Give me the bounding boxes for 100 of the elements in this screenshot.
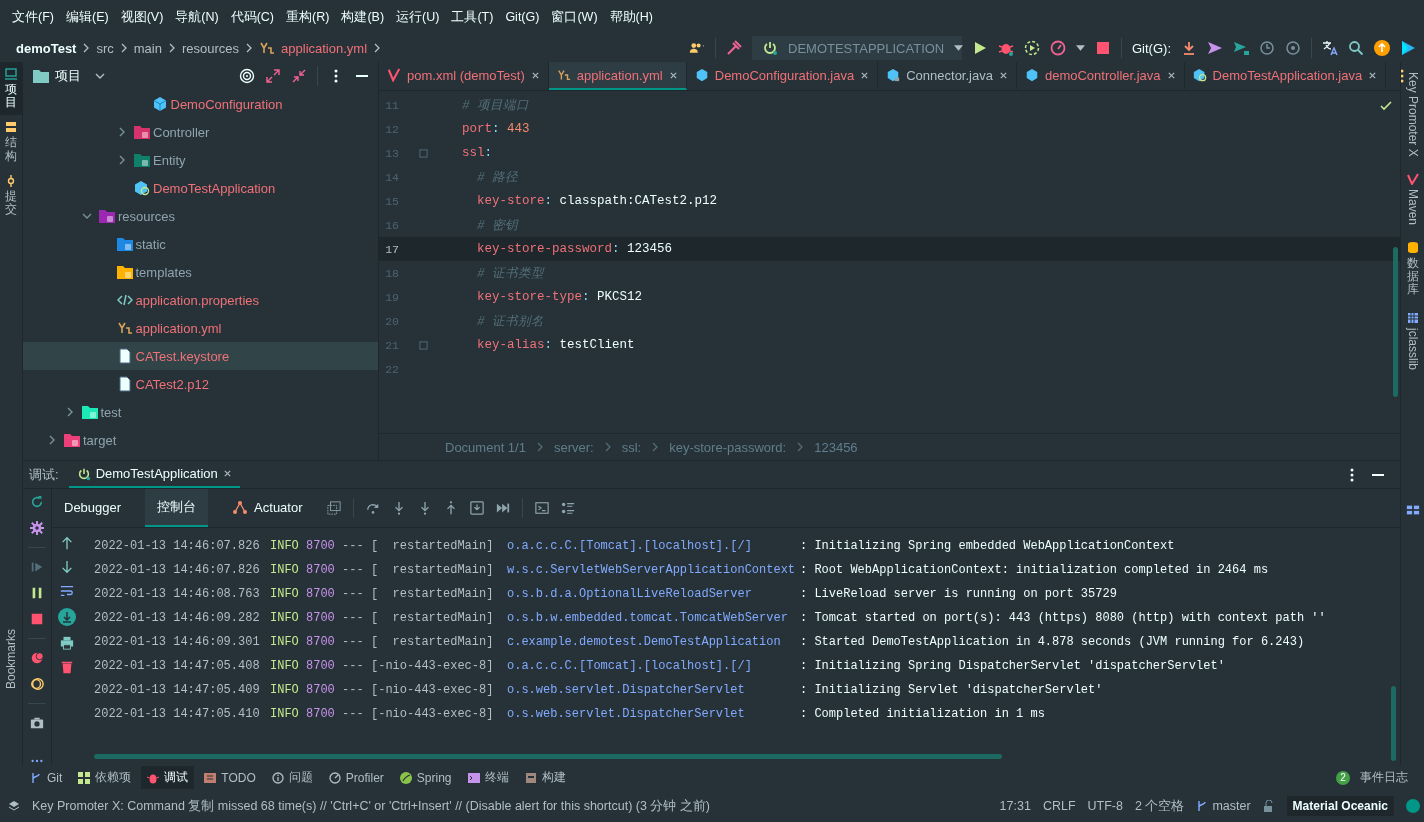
close-icon[interactable]	[530, 70, 540, 80]
caret-position[interactable]: 17:31	[999, 799, 1031, 813]
tool-window-tab[interactable]: 提交	[0, 168, 22, 223]
run-icon[interactable]	[972, 40, 988, 56]
indent-setting[interactable]: 2 个空格	[1134, 797, 1185, 815]
lock-icon[interactable]	[1262, 800, 1275, 812]
tree-item[interactable]: templates	[23, 258, 378, 286]
tool-window-button[interactable]: Git	[24, 767, 69, 788]
expand-icon[interactable]	[265, 68, 281, 84]
breadcrumb-item[interactable]: demoTest	[16, 40, 77, 56]
search-icon[interactable]	[1348, 40, 1364, 56]
tree-item[interactable]: DemoConfiguration	[23, 90, 378, 118]
tree-item[interactable]: CATest.keystore	[23, 342, 378, 370]
editor-tab[interactable]: application.yml	[548, 62, 687, 90]
tree-item[interactable]: target	[23, 426, 378, 454]
breadcrumb-item[interactable]: resources	[181, 40, 240, 56]
breadcrumb-item[interactable]: application.yml	[281, 40, 368, 56]
chevron-icon[interactable]	[117, 127, 127, 137]
layout-icon[interactable]	[1405, 503, 1420, 517]
up-arrow-icon[interactable]	[60, 536, 74, 550]
pause-icon[interactable]	[30, 586, 44, 600]
tree-item[interactable]: DemoTestApplication	[23, 174, 378, 202]
menu-item[interactable]: 文件(F)	[6, 8, 60, 26]
tool-window-button[interactable]: 终端	[461, 766, 515, 789]
close-icon[interactable]	[860, 70, 870, 80]
restore-layout-icon[interactable]	[326, 501, 341, 515]
camera-icon[interactable]	[30, 716, 44, 730]
users-icon[interactable]	[689, 40, 705, 56]
tree-item[interactable]: static	[23, 230, 378, 258]
tool-window-button[interactable]: 构建	[518, 766, 572, 789]
layers-icon[interactable]	[8, 800, 20, 812]
tree-item[interactable]: Entity	[23, 146, 378, 174]
print-icon[interactable]	[60, 636, 74, 650]
rerun-icon[interactable]	[30, 495, 44, 509]
hammer-icon[interactable]	[726, 40, 742, 56]
send-lock-icon[interactable]	[1233, 40, 1249, 56]
chevron-icon[interactable]	[117, 155, 127, 165]
debugger-tab[interactable]: 控制台	[145, 489, 209, 527]
down-arrow-icon[interactable]	[60, 560, 74, 574]
menu-item[interactable]: 导航(N)	[169, 8, 225, 26]
breadcrumb-item[interactable]: src	[96, 40, 114, 56]
tree-item[interactable]: CATest2.p12	[23, 370, 378, 398]
menu-item[interactable]: 运行(U)	[390, 8, 446, 26]
tool-window-tab[interactable]: jclasslib	[1405, 312, 1420, 371]
run-to-cursor-icon[interactable]	[495, 501, 510, 515]
download-icon[interactable]	[1181, 40, 1197, 56]
close-icon[interactable]	[668, 70, 678, 80]
trash-icon[interactable]	[60, 660, 74, 674]
theme-label[interactable]: Material Oceanic	[1286, 796, 1394, 816]
menu-item[interactable]: 窗口(W)	[545, 8, 604, 26]
upgrade-icon[interactable]	[1374, 40, 1390, 56]
gauge-icon[interactable]	[1050, 40, 1066, 56]
event-log-button[interactable]: 事件日志	[1354, 766, 1414, 789]
history-icon[interactable]	[1259, 40, 1275, 56]
soft-wrap-icon[interactable]	[60, 584, 74, 598]
menu-item[interactable]: 重构(R)	[280, 8, 336, 26]
editor-tab[interactable]: demoController.java	[1016, 62, 1185, 90]
step-over-icon[interactable]	[365, 501, 380, 515]
menu-item[interactable]: 视图(V)	[114, 8, 170, 26]
drop-frame-icon[interactable]	[469, 501, 484, 515]
close-icon[interactable]	[1166, 70, 1176, 80]
chevron-icon[interactable]	[82, 211, 92, 221]
close-icon[interactable]	[998, 70, 1008, 80]
menu-item[interactable]: 构建(B)	[335, 8, 391, 26]
tool-window-button[interactable]: 问题	[265, 766, 319, 789]
tool-window-tab[interactable]: Key Promoter X	[1405, 72, 1420, 157]
tree-item[interactable]: resources	[23, 202, 378, 230]
triangle-logo-icon[interactable]	[1400, 40, 1416, 56]
breakpoints-icon[interactable]	[30, 651, 44, 665]
tool-window-tab[interactable]: 数据库	[1406, 240, 1419, 297]
stop-icon[interactable]	[30, 612, 44, 626]
line-ending[interactable]: CRLF	[1042, 799, 1076, 813]
coverage-icon[interactable]	[1024, 40, 1040, 56]
resume-icon[interactable]	[30, 560, 44, 574]
close-icon[interactable]	[222, 469, 232, 478]
tree-item[interactable]: Controller	[23, 118, 378, 146]
debugger-tab[interactable]: Actuator	[220, 489, 315, 527]
list-icon[interactable]	[560, 501, 575, 515]
tool-window-tab[interactable]: Maven	[1405, 172, 1420, 225]
editor-tab[interactable]: DemoTestApplication.java	[1184, 62, 1387, 90]
scroll-to-end-icon[interactable]	[58, 608, 76, 626]
menu-item[interactable]: 代码(C)	[224, 8, 281, 26]
tool-window-button[interactable]: Spring	[393, 767, 458, 788]
menu-item[interactable]: 工具(T)	[445, 8, 500, 26]
close-icon[interactable]	[1368, 70, 1378, 80]
tool-window-tab[interactable]: 项目	[0, 62, 22, 116]
bookmarks-tab[interactable]: Bookmarks	[4, 628, 18, 689]
file-encoding[interactable]: UTF-8	[1087, 799, 1123, 813]
editor-tab[interactable]: Connector.java	[878, 62, 1017, 90]
target-icon[interactable]	[239, 68, 255, 84]
git-branch[interactable]: master	[1196, 799, 1251, 813]
caret-icon[interactable]	[1076, 45, 1085, 51]
revert-icon[interactable]	[1285, 40, 1301, 56]
project-view-dropdown[interactable]: 项目	[33, 67, 105, 85]
menu-item[interactable]: Git(G)	[499, 10, 546, 24]
send-icon[interactable]	[1207, 40, 1223, 56]
translate-icon[interactable]	[1322, 40, 1338, 56]
editor-tab[interactable]: DemoConfiguration.java	[686, 62, 879, 90]
mute-breakpoints-icon[interactable]	[30, 677, 44, 691]
terminal-icon[interactable]	[534, 501, 549, 515]
